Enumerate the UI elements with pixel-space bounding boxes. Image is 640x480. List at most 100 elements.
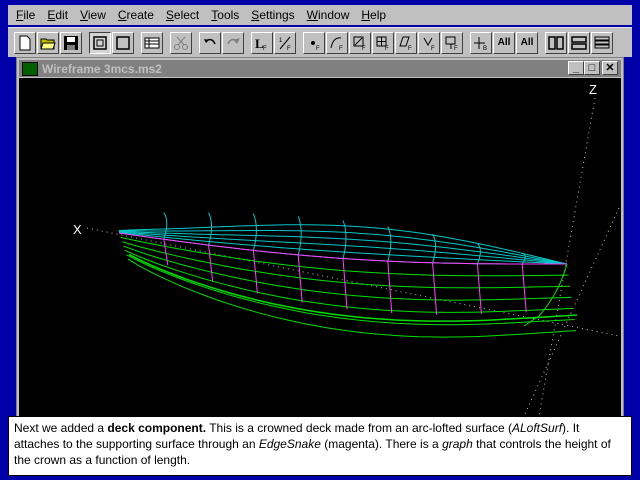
redo-icon	[227, 37, 240, 44]
maximize-button[interactable]: □	[584, 61, 600, 75]
table-icon	[144, 37, 160, 48]
open-folder-icon	[40, 38, 56, 49]
wireframe-window: Wireframe 3mcs.ms2 _ □ ✕ Z X	[16, 57, 624, 417]
cut-button[interactable]	[170, 31, 192, 54]
curve-tool-button[interactable]: F	[326, 31, 348, 54]
square-button[interactable]	[112, 31, 134, 54]
toolbar: LF 1F F F F F F F F B All All	[8, 27, 632, 57]
svg-text:F: F	[385, 46, 389, 51]
deck-transverse-line	[252, 213, 257, 251]
maximize-icon: □	[588, 61, 596, 74]
surface-tool-button[interactable]: F	[372, 31, 394, 54]
hull-waterline	[126, 254, 575, 326]
deck-transverse-line	[208, 212, 213, 246]
hull-waterline	[123, 245, 572, 301]
loft-tool-button[interactable]: F	[395, 31, 417, 54]
all-hide-label: All	[520, 37, 534, 48]
curve-icon: F	[330, 36, 343, 51]
close-button[interactable]: ✕	[602, 61, 618, 75]
axis-tool-button[interactable]: B	[470, 31, 492, 54]
hull-waterline	[120, 236, 569, 277]
station-line	[432, 262, 438, 315]
snake-icon: F	[353, 36, 366, 51]
svg-text:F: F	[287, 46, 291, 51]
z-axis-line	[538, 97, 596, 416]
line-tool-button[interactable]: LF	[251, 31, 273, 54]
menu-edit[interactable]: Edit	[41, 5, 74, 25]
svg-text:F: F	[362, 46, 366, 51]
x-axis-label: X	[73, 222, 82, 237]
deck-transverse-line	[432, 233, 437, 263]
undo-icon	[204, 38, 216, 44]
open-button[interactable]	[37, 31, 59, 54]
svg-text:1: 1	[279, 38, 283, 44]
point-tool-button[interactable]: F	[303, 31, 325, 54]
tile-vertical-icon	[548, 35, 564, 50]
window-titlebar[interactable]: Wireframe 3mcs.ms2 _ □ ✕	[19, 60, 621, 77]
grid-surface-icon: F	[376, 36, 389, 51]
svg-text:B: B	[483, 46, 487, 51]
close-icon: ✕	[605, 61, 615, 74]
deck-wireframe	[118, 212, 568, 265]
tile-horizontal-icon	[571, 35, 587, 50]
station-line	[476, 263, 482, 315]
undo-button[interactable]	[199, 31, 221, 54]
tile-vertical-button[interactable]	[545, 31, 567, 54]
svg-text:F: F	[316, 46, 320, 51]
cascade-icon	[594, 36, 610, 48]
menu-bar: File Edit View Create Select Tools Setti…	[8, 5, 632, 25]
deck-transverse-line	[387, 226, 392, 262]
document-icon[interactable]	[22, 61, 38, 76]
minimize-button[interactable]: _	[568, 61, 584, 75]
loft-icon: F	[399, 36, 412, 51]
tile-horizontal-button[interactable]	[568, 31, 590, 54]
menu-window[interactable]: Window	[301, 5, 356, 25]
menu-view[interactable]: View	[74, 5, 112, 25]
svg-text:F: F	[263, 46, 267, 51]
station-line	[387, 261, 393, 314]
frame-icon	[93, 35, 107, 50]
deck-transverse-line	[476, 242, 481, 264]
station-line	[521, 263, 527, 312]
redo-button[interactable]	[222, 31, 244, 54]
project-arrow-icon: F	[423, 37, 435, 51]
solid-tool-button[interactable]: F	[441, 31, 463, 54]
cascade-button[interactable]	[591, 31, 613, 54]
all-show-label: All	[497, 37, 511, 48]
menu-file[interactable]: File	[10, 5, 41, 25]
frame-view-button[interactable]	[89, 31, 111, 54]
scissors-icon	[174, 36, 188, 50]
table-button[interactable]	[141, 31, 163, 54]
all-hide-button[interactable]: All	[516, 31, 538, 54]
window-title: Wireframe 3mcs.ms2	[42, 61, 162, 76]
wireframe-viewport[interactable]: Z X	[19, 78, 621, 416]
new-document-icon	[19, 35, 31, 50]
svg-text:F: F	[454, 46, 458, 51]
save-button[interactable]	[60, 31, 82, 54]
menu-create[interactable]: Create	[112, 5, 160, 25]
axis-icon: B	[474, 36, 487, 51]
snake-tool-button[interactable]: F	[349, 31, 371, 54]
menu-tools[interactable]: Tools	[205, 5, 245, 25]
save-disk-icon	[64, 35, 78, 50]
menu-settings[interactable]: Settings	[245, 5, 300, 25]
fraction-icon: 1F	[279, 36, 291, 51]
line-tool-icon: LF	[255, 36, 267, 51]
svg-text:F: F	[431, 46, 435, 51]
menu-select[interactable]: Select	[160, 5, 205, 25]
caption-text: Next we added a deck component. This is …	[8, 416, 632, 476]
station-line	[297, 254, 303, 303]
y-axis-line	[523, 207, 620, 416]
minimize-icon: _	[572, 61, 580, 74]
project-tool-button[interactable]: F	[418, 31, 440, 54]
station-line	[342, 258, 348, 310]
fraction-tool-button[interactable]: 1F	[274, 31, 296, 54]
z-axis-label: Z	[589, 82, 597, 97]
all-show-button[interactable]: All	[493, 31, 515, 54]
svg-text:F: F	[408, 46, 412, 51]
svg-text:F: F	[339, 46, 343, 51]
square-icon	[116, 35, 130, 50]
solid-icon: F	[445, 36, 458, 51]
new-button[interactable]	[14, 31, 36, 54]
menu-help[interactable]: Help	[355, 5, 392, 25]
